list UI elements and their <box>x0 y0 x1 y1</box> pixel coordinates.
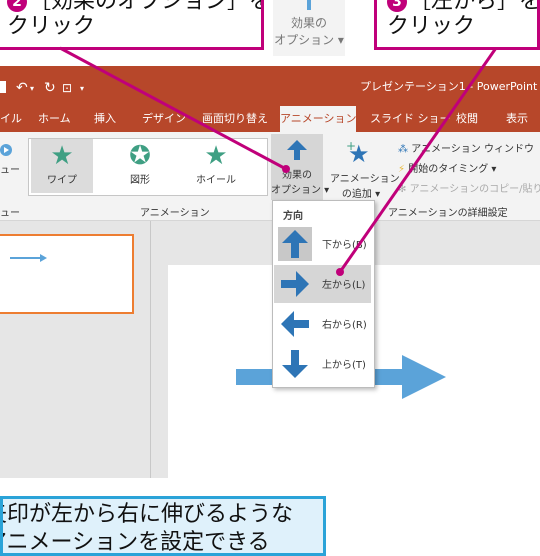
step3-line1: ［左から］を <box>409 0 540 14</box>
tab-home[interactable]: ホーム <box>38 106 71 132</box>
slide-thumbnail[interactable] <box>0 234 134 314</box>
preview-button[interactable]: ュー <box>0 142 22 176</box>
redo-icon: ↻ <box>44 80 56 96</box>
tab-view[interactable]: 表示 <box>506 106 528 132</box>
arrow-up-icon <box>307 0 311 10</box>
lightning-icon: ⚡ <box>398 164 406 175</box>
painter-icon: ✻ <box>398 184 407 195</box>
animation-painter-button[interactable]: ✻ アニメーションのコピー/貼り付け <box>398 180 540 195</box>
effect-options-menu: 方向 下から(B) 左から(L) 右から(R) 上から(T) <box>272 200 375 388</box>
add-animation-star-icon: ★ + <box>346 139 370 168</box>
note-line2: アニメーションを設定できる <box>0 530 270 555</box>
menu-item-from-right[interactable]: 右から(R) <box>274 305 371 343</box>
shape-star-icon: ✪ <box>129 141 151 171</box>
menu-item-from-top-label: 上から(T) <box>322 360 366 371</box>
tab-review[interactable]: 校閲 <box>456 106 478 132</box>
animation-gallery: ★ ワイプ ✪ 図形 ★ ホイール <box>28 138 268 196</box>
tab-insert[interactable]: 挿入 <box>94 106 116 132</box>
save-icon <box>0 81 6 93</box>
arrow-down-icon <box>282 350 308 378</box>
menu-item-from-left-label: 左から(L) <box>322 280 366 291</box>
step3-callout: 3 ［左から］を クリック <box>374 0 540 50</box>
wipe-star-icon: ★ <box>50 141 74 171</box>
animation-group-label: アニメーション <box>140 208 210 219</box>
thumbnail-arrow-icon <box>10 254 47 262</box>
timing-label: 開始のタイミング ▾ <box>408 164 497 175</box>
arrow-up-icon <box>287 140 307 160</box>
step3-line2: クリック <box>387 14 476 39</box>
effect-options-line2: オプション ▾ <box>271 185 330 196</box>
svg-text:▾: ▾ <box>30 84 34 93</box>
tab-slideshow[interactable]: スライド ショー <box>370 106 451 132</box>
gallery-item-shape-label: 図形 <box>130 175 150 186</box>
gallery-item-wipe[interactable]: ★ ワイプ <box>31 139 93 193</box>
effect-options-preview-line2: オプション ▾ <box>274 33 344 47</box>
undo-icon: ↶ <box>16 80 28 96</box>
effect-options-button[interactable]: 効果の オプション ▾ <box>271 134 330 200</box>
arrow-up-icon <box>278 227 312 261</box>
tab-transitions[interactable]: 画面切り替え <box>202 106 268 132</box>
step2-callout: 2 ［効果のオプション］を クリック <box>0 0 264 50</box>
menu-item-from-bottom[interactable]: 下から(B) <box>274 225 371 263</box>
animations-ribbon: ュー ュー ★ ワイプ ✪ 図形 ★ ホイール アニメーション 効果の オプショ… <box>0 132 540 221</box>
animation-pane-button[interactable]: ⁂ アニメーション ウィンドウ <box>398 140 534 155</box>
step2-line2: クリック <box>7 14 96 39</box>
svg-text:+: + <box>346 139 356 153</box>
gallery-item-wipe-label: ワイプ <box>47 175 77 186</box>
tab-design[interactable]: デザイン <box>142 106 186 132</box>
window-title: プレゼンテーション1 - PowerPoint <box>360 80 538 93</box>
note-line1: 矢印が左から右に伸びるような <box>0 502 294 527</box>
add-animation-button[interactable]: ★ + アニメーション の追加 ▾ <box>330 134 400 200</box>
animation-painter-label: アニメーションのコピー/貼り付け <box>409 184 540 195</box>
menu-item-from-bottom-label: 下から(B) <box>322 240 367 251</box>
effect-options-preview-line1: 効果の <box>290 16 327 30</box>
menu-item-from-top[interactable]: 上から(T) <box>274 345 371 383</box>
preview-label: ュー <box>0 165 20 176</box>
advanced-group-label: アニメーションの詳細設定 <box>388 208 508 219</box>
title-bar: ↶ ▾ ↻ ⊡ ▾ プレゼンテーション1 - PowerPoint <box>0 66 540 106</box>
effect-options-line1: 効果の <box>282 170 312 181</box>
quick-access-toolbar: ↶ ▾ ↻ ⊡ ▾ <box>0 80 84 96</box>
gallery-item-wheel[interactable]: ★ ホイール <box>185 139 247 193</box>
add-animation-line2: の追加 ▾ <box>341 189 381 200</box>
menu-header: 方向 <box>283 211 303 222</box>
workspace <box>0 221 540 479</box>
menu-item-from-right-label: 右から(R) <box>322 320 367 331</box>
effect-options-preview: 効果の オプション ▾ <box>273 0 345 56</box>
ribbon-tabs: イル ホーム 挿入 デザイン 画面切り替え アニメーション スライド ショー 校… <box>0 106 540 132</box>
wheel-star-icon: ★ <box>204 141 228 171</box>
explanation-note: 矢印が左から右に伸びるような アニメーションを設定できる <box>0 496 326 556</box>
thumbnail-divider <box>150 221 151 479</box>
step2-number: 2 <box>7 0 27 12</box>
arrow-left-icon <box>281 311 309 337</box>
gallery-item-shape[interactable]: ✪ 図形 <box>109 139 171 193</box>
animation-pane-icon: ⁂ <box>398 144 408 155</box>
animation-pane-label: アニメーション ウィンドウ <box>411 144 534 155</box>
step3-number: 3 <box>387 0 407 12</box>
slideshow-icon: ⊡ <box>62 81 72 95</box>
svg-text:▾: ▾ <box>80 84 84 93</box>
tab-file[interactable]: イル <box>0 106 24 132</box>
menu-item-from-left[interactable]: 左から(L) <box>274 265 371 303</box>
preview-group-label: ュー <box>0 208 20 219</box>
step2-line1: ［効果のオプション］を <box>29 0 264 14</box>
tab-animations[interactable]: アニメーション <box>280 106 357 132</box>
play-icon <box>0 144 12 156</box>
timing-button[interactable]: ⚡ 開始のタイミング ▾ <box>398 160 496 175</box>
add-animation-line1: アニメーション <box>330 174 400 185</box>
arrow-right-icon <box>281 271 309 297</box>
gallery-item-wheel-label: ホイール <box>196 175 236 186</box>
